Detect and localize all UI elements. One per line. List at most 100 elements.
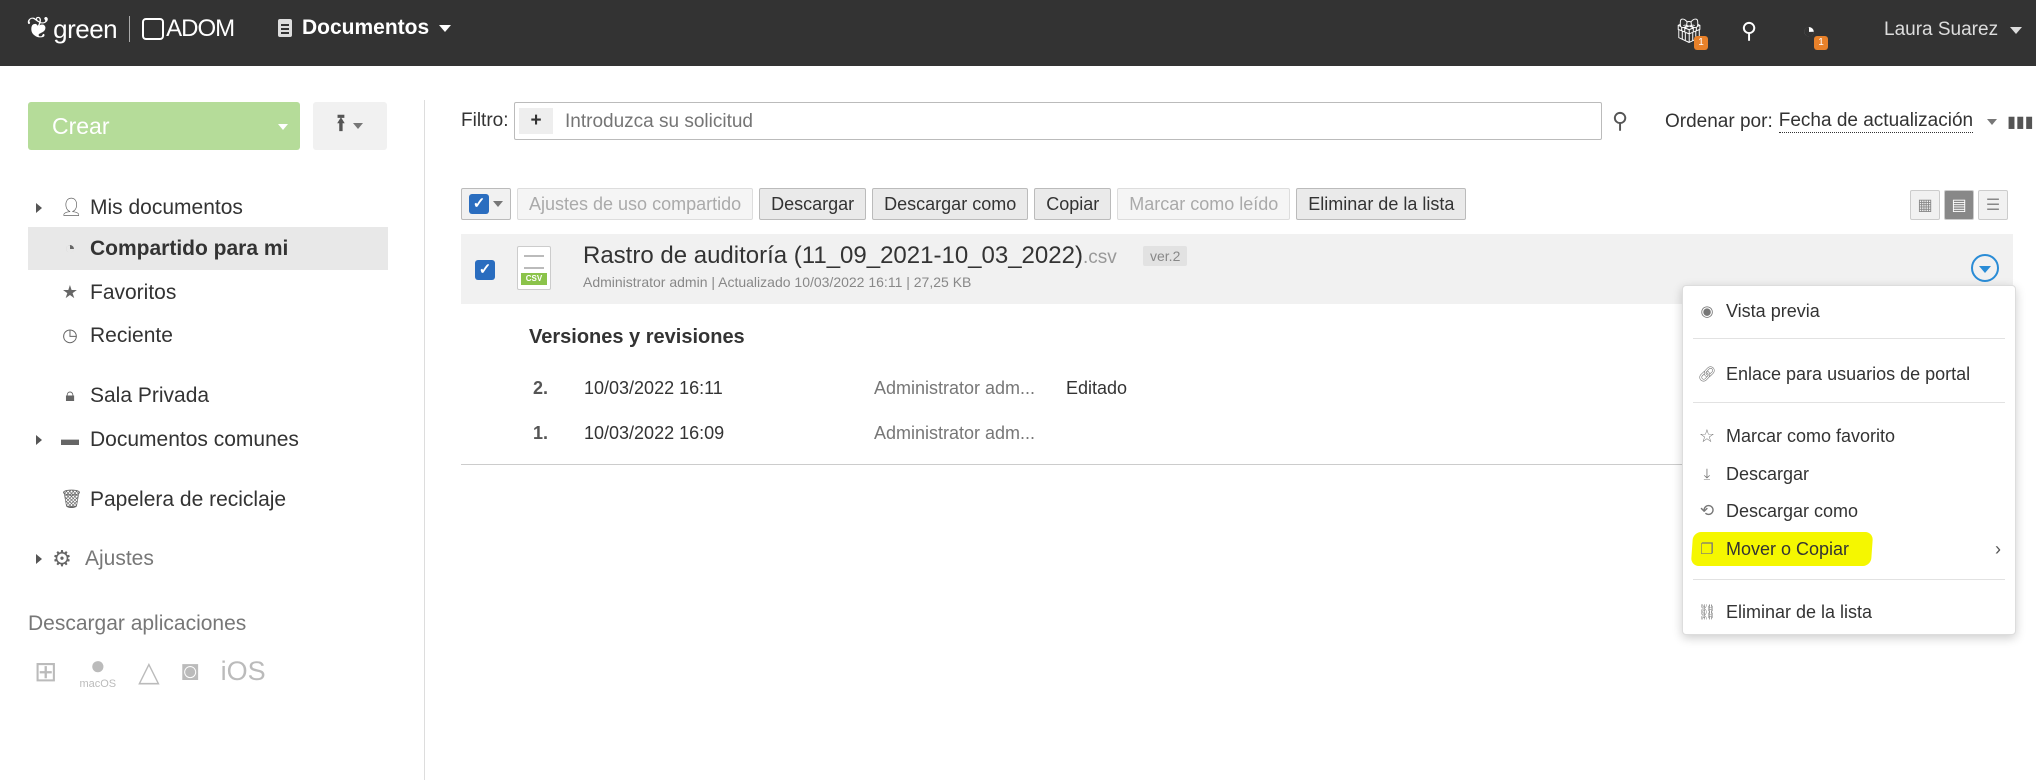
list-view-icon[interactable]: ☰ [1978,190,2008,220]
csv-file-icon: CSV [517,246,551,290]
compact-view-icon[interactable]: ▤ [1944,190,1974,220]
user-menu[interactable]: Laura Suarez [1884,19,2023,41]
android-icon[interactable]: ◙ [182,655,199,687]
menu-item-preview[interactable]: ◉ Vista previa [1683,294,2015,328]
linux-icon[interactable]: △ [138,655,160,688]
sharing-settings-button[interactable]: Ajustes de uso compartido [517,188,754,220]
menu-item-remove[interactable]: ⛓ Eliminar de la lista [1683,595,2015,629]
version-author: Administrator adm... [874,423,1036,443]
chevron-down-icon [2010,26,2023,34]
sidebar-item-favoritos[interactable]: ★ Favoritos [28,271,388,314]
file-checkbox[interactable]: ✓ [475,260,495,280]
menu-item-download-as[interactable]: ⟲ Descargar como [1683,494,2015,528]
file-type-tag: CSV [521,273,547,285]
search-icon[interactable]: ⚲ [1612,108,1628,134]
brand-adom: ADOM [166,15,235,42]
macos-label: macOS [79,678,117,690]
expand-icon[interactable] [36,202,42,213]
sidebar-item-label: Mis documentos [90,195,243,219]
file-name: Rastro de auditoría (11_09_2021-10_03_20… [583,242,1083,269]
sidebar-item-ajustes[interactable]: ⚙ Ajustes [28,537,388,580]
unlink-icon: ⛓ [1697,604,1717,621]
version-badge[interactable]: ver.2 [1143,246,1188,266]
link-icon: 🔗︎ [1697,366,1717,383]
menu-divider [1693,338,2005,339]
sidebar-item-papelera[interactable]: 🗑︎ Papelera de reciclaje [28,478,388,521]
filter-input[interactable] [565,111,1465,133]
sort-label: Ordenar por: [1665,110,1773,132]
document-icon [278,19,292,37]
copy-button[interactable]: Copiar [1034,188,1112,220]
version-date[interactable]: 10/03/2022 16:09 [584,423,724,444]
download-button[interactable]: Descargar [759,188,867,220]
grid-view-icon[interactable]: ▦ [1910,190,1940,220]
chevron-down-icon [278,124,288,130]
version-note: Editado [1066,378,1128,398]
version-author: Administrator adm... [874,378,1036,398]
version-number: 2. [533,378,549,398]
sidebar-item-sala-privada[interactable]: 🔒︎ Sala Privada [28,374,388,417]
ios-app[interactable]: iOS [221,656,266,687]
version-row[interactable]: 2. 10/03/2022 16:11 Administrator adm...… [461,378,1661,408]
menu-item-move-copy[interactable]: ❐ Mover o Copiar › [1683,532,2015,566]
select-all-checkbox[interactable]: ✓ [461,188,511,220]
sidebar-item-documentos-comunes[interactable]: ▬ Documentos comunes [28,418,388,461]
lock-icon: 🔒︎ [65,385,75,405]
star-icon: ★ [61,282,79,302]
chevron-down-icon [353,123,364,129]
sort-value[interactable]: Fecha de actualización [1778,110,1974,133]
create-button[interactable]: Crear [28,102,300,150]
menu-item-favorite[interactable]: ☆ Marcar como favorito [1683,419,2015,453]
menu-item-download[interactable]: ⤓ Descargar [1683,457,2015,491]
upload-button[interactable]: ⭱ [313,102,387,150]
sort-control[interactable]: Ordenar por: Fecha de actualización ▮▮▮ [1665,110,2034,133]
apps-row: ⊞ ● macOS △ ◙ iOS [34,652,266,690]
file-meta: Administrator admin | Actualizado 10/03/… [583,274,972,290]
eye-icon: ◉ [1700,303,1714,320]
file-context-menu: ◉ Vista previa 🔗︎ Enlace para usuarios d… [1682,285,2016,635]
filter-label: Filtro: [461,110,509,131]
gift-button[interactable]: 🎁︎ 1 [1674,16,1708,50]
star-outline-icon: ☆ [1698,425,1716,446]
remove-from-list-button[interactable]: Eliminar de la lista [1296,188,1467,220]
mark-read-button[interactable]: Marcar como leído [1117,188,1291,220]
sidebar-item-reciente[interactable]: ◷ Reciente [28,314,388,357]
clock-icon: ◷ [62,325,78,345]
add-filter-button[interactable]: + [519,108,553,134]
version-row[interactable]: 1. 10/03/2022 16:09 Administrator adm... [461,423,1661,453]
chevron-down-icon [1979,265,1991,273]
module-selector[interactable]: Documentos [278,16,452,40]
app-logo[interactable]: ❦ green ADOM [26,11,235,46]
expand-icon[interactable] [36,434,42,445]
sidebar-item-label: Sala Privada [90,383,210,407]
file-title[interactable]: Rastro de auditoría (11_09_2021-10_03_20… [583,242,1117,270]
search-icon: ⚲ [1740,18,1758,43]
download-as-icon: ⟲ [1699,501,1715,520]
version-date[interactable]: 10/03/2022 16:11 [584,378,723,399]
feed-button[interactable]: ◔ 1 [1794,16,1828,50]
chevron-down-icon [439,24,452,32]
shared-icon: ◔ [64,238,76,258]
version-number: 1. [533,423,549,443]
sidebar-item-mis-documentos[interactable]: 👤︎ Mis documentos [28,186,388,229]
apps-title: Descargar aplicaciones [28,612,247,635]
menu-item-portal-link[interactable]: 🔗︎ Enlace para usuarios de portal [1683,357,2015,391]
user-name: Laura Suarez [1884,19,1999,40]
sidebar-item-label: Documentos comunes [90,427,299,451]
file-menu-button[interactable] [1971,254,1999,282]
sidebar-item-compartido[interactable]: ◔ Compartido para mi [28,227,388,270]
macos-app[interactable]: ● macOS [79,652,116,690]
expand-icon[interactable] [36,553,42,564]
search-button[interactable]: ⚲ [1734,16,1764,46]
apple-icon: ● [89,650,106,680]
sort-order-icon[interactable]: ▮▮▮ [2007,112,2033,132]
top-bar: ❦ green ADOM Documentos 🎁︎ 1 ⚲ ◔ 1 Laura… [0,0,2036,66]
filter-field[interactable]: + [514,102,1602,140]
download-as-button[interactable]: Descargar como [872,188,1029,220]
upload-icon: ⭱ [336,109,346,137]
module-title: Documentos [302,16,430,39]
windows-icon[interactable]: ⊞ [34,655,57,688]
chevron-down-icon [1987,118,1998,125]
leaf-icon: ❦ [26,11,52,46]
briefcase-icon: ▬ [61,429,79,449]
